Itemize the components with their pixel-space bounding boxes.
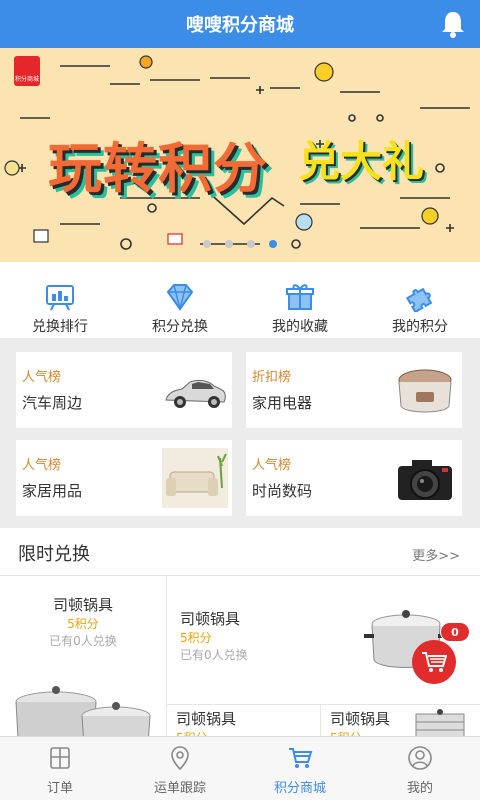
quick-my-favorites[interactable]: 我的收藏 (240, 262, 360, 338)
product-points: 5积分 (180, 631, 212, 645)
rice-cooker-image (392, 360, 458, 420)
camera-image (392, 448, 458, 508)
promo-banner[interactable]: 积分商城 玩转积分 兑大礼 (0, 48, 480, 262)
banner-slogan-main: 玩转积分 (48, 137, 268, 200)
puzzle-icon (405, 287, 433, 312)
floating-cart-button[interactable] (412, 640, 456, 684)
section-title: 限时兑换 (18, 544, 90, 565)
carousel-dot[interactable] (203, 240, 211, 248)
section-header: 限时兑换 更多>> (0, 528, 480, 576)
cart-icon (422, 652, 447, 672)
category-name: 家居用品 (22, 482, 83, 500)
category-card-home[interactable]: 人气榜 家居用品 (16, 440, 232, 516)
cart-icon (289, 748, 313, 768)
product-name: 司顿锅具 (330, 710, 391, 728)
ranking-board-icon (46, 285, 74, 311)
tab-label: 订单 (46, 781, 73, 796)
tab-mine[interactable]: 我的 (360, 737, 480, 800)
product-name: 司顿锅具 (180, 610, 241, 628)
divider (167, 704, 480, 705)
sofa-image (162, 448, 228, 508)
product-points: 5积分 (67, 617, 99, 631)
quick-menu-label: 我的积分 (392, 319, 448, 335)
category-card-appliances[interactable]: 折扣榜 家用电器 (246, 352, 462, 428)
tab-points-mall[interactable]: 积分商城 (240, 737, 360, 800)
quick-exchange-ranking[interactable]: 兑换排行 (0, 262, 120, 338)
top-bar: 嗖嗖积分商城 (0, 0, 480, 48)
category-tag: 人气榜 (252, 458, 292, 473)
carousel-dot[interactable] (225, 240, 233, 248)
tab-tracking[interactable]: 运单跟踪 (120, 737, 240, 800)
order-icon (50, 747, 70, 769)
carousel-indicator (0, 240, 480, 248)
category-name: 汽车周边 (22, 394, 83, 412)
product-name: 司顿锅具 (52, 596, 113, 614)
location-pin-icon (171, 746, 189, 771)
steamer-stack-image (415, 709, 465, 738)
tab-label: 运单跟踪 (153, 781, 206, 796)
product-exchange-count: 已有0人兑换 (180, 648, 248, 662)
product-card[interactable]: 司顿锅具 5积分 已有0人兑换 (0, 594, 166, 649)
banner-slogan-accent: 兑大礼 (298, 137, 425, 186)
category-card-digital[interactable]: 人气榜 时尚数码 (246, 440, 462, 516)
category-grid: 人气榜 汽车周边 折扣榜 家用电器 人气榜 家居用品 人气榜 时尚数码 (0, 338, 480, 528)
gift-icon (286, 284, 314, 310)
category-name: 时尚数码 (252, 482, 313, 500)
car-image (162, 360, 228, 420)
tab-label: 我的 (406, 781, 433, 796)
product-card[interactable]: 司顿锅具 5积分 已有0人兑换 (180, 608, 320, 663)
category-tag: 折扣榜 (252, 370, 292, 385)
bell-icon[interactable] (440, 10, 466, 38)
quick-menu-label: 积分兑换 (152, 319, 208, 335)
carousel-dot[interactable] (247, 240, 255, 248)
quick-menu-label: 我的收藏 (272, 319, 328, 335)
cart-count-badge: 0 (440, 622, 470, 642)
page-title: 嗖嗖积分商城 (186, 15, 294, 36)
user-icon (408, 746, 432, 770)
more-link[interactable]: 更多>> (412, 545, 460, 564)
carousel-dot-active[interactable] (269, 240, 277, 248)
category-tag: 人气榜 (22, 458, 62, 473)
mall-logo-text: 积分商城 (14, 76, 39, 83)
bottom-tab-bar: 订单 运单跟踪 积分商城 我的 (0, 736, 480, 800)
tab-orders[interactable]: 订单 (0, 737, 120, 800)
product-exchange-count: 已有0人兑换 (49, 634, 117, 648)
category-tag: 人气榜 (22, 370, 62, 385)
product-name: 司顿锅具 (176, 710, 237, 728)
tab-label: 积分商城 (273, 781, 326, 796)
diamond-icon (166, 284, 194, 311)
quick-menu: 兑换排行 积分兑换 我的收藏 我的积分 (0, 262, 480, 338)
category-card-auto[interactable]: 人气榜 汽车周边 (16, 352, 232, 428)
category-name: 家用电器 (252, 394, 313, 412)
quick-points-exchange[interactable]: 积分兑换 (120, 262, 240, 338)
mall-logo: 积分商城 (14, 56, 40, 86)
quick-menu-label: 兑换排行 (32, 319, 88, 335)
quick-my-points[interactable]: 我的积分 (360, 262, 480, 338)
